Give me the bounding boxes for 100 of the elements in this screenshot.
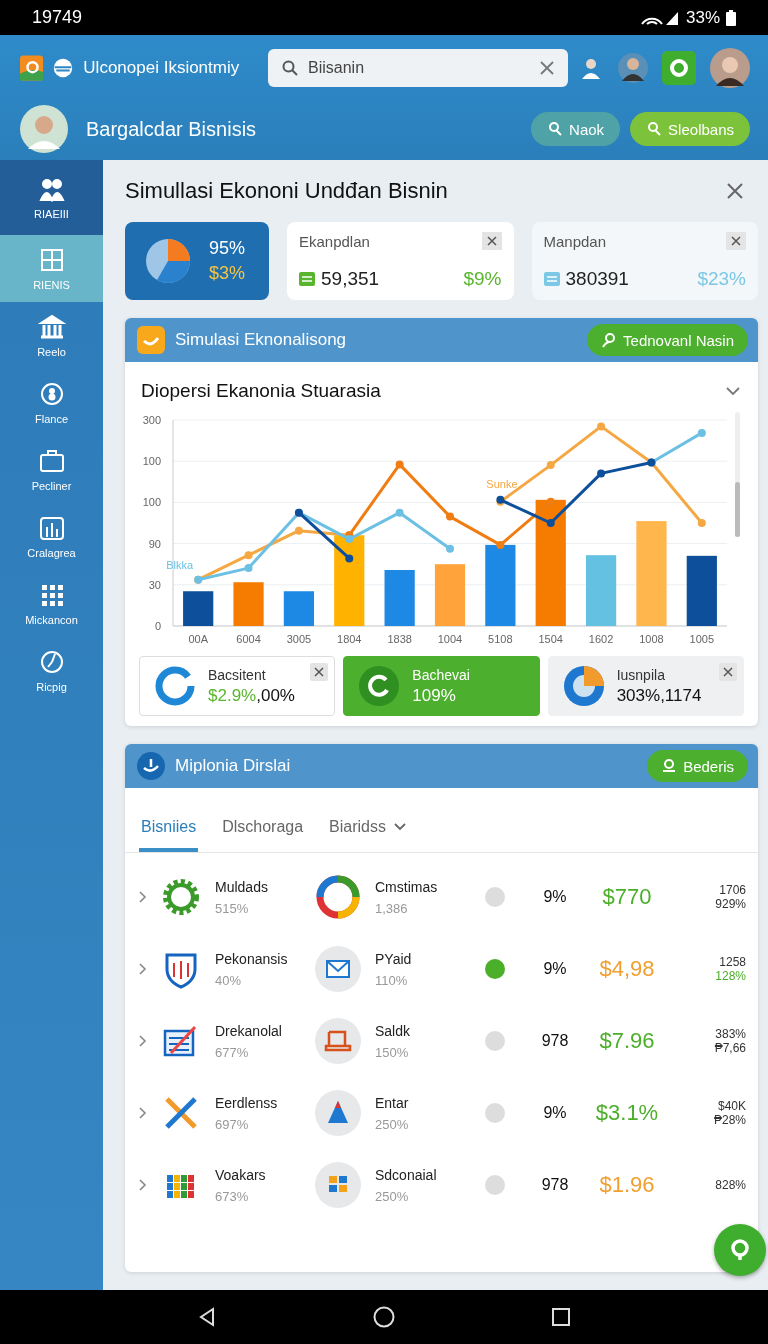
chevron-down-icon[interactable] xyxy=(726,386,740,396)
help-button[interactable] xyxy=(714,1224,766,1276)
back-icon[interactable] xyxy=(198,1307,217,1327)
search-icon xyxy=(282,60,298,76)
chart-bar xyxy=(283,591,314,626)
card-value: 59,351 xyxy=(321,268,381,290)
pie-chart-icon xyxy=(145,238,191,284)
chevron-right-icon[interactable] xyxy=(139,891,147,903)
avatar-icon[interactable] xyxy=(710,48,750,88)
envelope-icon xyxy=(315,946,361,992)
avatar-icon[interactable] xyxy=(618,53,648,83)
close-icon[interactable] xyxy=(310,663,329,681)
row-label: Entar xyxy=(375,1094,409,1111)
globe-icon xyxy=(53,56,74,80)
row-total: 383% xyxy=(715,1027,746,1041)
briefcase-icon xyxy=(37,447,66,474)
ring-icon xyxy=(669,58,689,78)
app-logo-icon xyxy=(20,53,44,83)
x-axis-label: 1504 xyxy=(538,633,563,645)
header-button[interactable]: Naok xyxy=(531,112,621,146)
close-button[interactable] xyxy=(726,232,746,250)
sidebar-item[interactable]: Ricpig xyxy=(0,637,103,704)
row-name: Voakars xyxy=(215,1166,266,1183)
sidebar-item[interactable]: RIAEIII xyxy=(0,160,103,235)
close-button[interactable] xyxy=(481,232,502,250)
card-change: $23% xyxy=(697,268,746,290)
row-total: 1706 xyxy=(719,883,746,897)
row-price: $4,98 xyxy=(598,956,656,982)
row-change: ₱28% xyxy=(713,1113,746,1127)
row-rate: 9% xyxy=(542,1104,568,1122)
tab[interactable]: Biaridss xyxy=(327,810,408,852)
row-price: $3.1% xyxy=(594,1100,660,1126)
home-icon[interactable] xyxy=(373,1306,395,1328)
metric-card[interactable]: Bachevai 109% xyxy=(343,656,540,716)
chevron-right-icon[interactable] xyxy=(139,1179,147,1191)
chart-icon xyxy=(37,514,66,541)
tiles-icon xyxy=(315,1162,361,1208)
clear-icon[interactable] xyxy=(540,61,554,75)
flask-icon xyxy=(315,1090,361,1136)
panel-button[interactable]: Bederis xyxy=(647,750,748,782)
recents-icon[interactable] xyxy=(551,1308,570,1326)
row-name: Drekanolal xyxy=(215,1022,282,1039)
pie-chart-icon xyxy=(562,665,605,707)
x-axis-label: 3005 xyxy=(286,633,312,645)
wallet-icon xyxy=(299,272,315,286)
panel-button[interactable]: Tednovanl Nasin xyxy=(587,324,748,356)
battery-icon xyxy=(726,9,736,26)
search-field[interactable]: Biisanin xyxy=(268,49,568,87)
chevron-right-icon[interactable] xyxy=(139,1035,147,1047)
status-time: 19749 xyxy=(32,7,83,28)
avatar-icon[interactable] xyxy=(20,105,68,153)
row-change: 929% xyxy=(715,897,746,911)
row-name: Eerdlenss xyxy=(215,1094,278,1111)
card-label: Manpdan xyxy=(543,232,608,250)
refresh-icon xyxy=(358,665,401,707)
close-icon[interactable] xyxy=(719,663,737,681)
chevron-right-icon[interactable] xyxy=(139,1107,147,1119)
row-total: 1258 xyxy=(719,955,746,969)
row-price: $1.96 xyxy=(598,1172,656,1198)
close-icon xyxy=(731,236,741,246)
row-name: Muldads xyxy=(215,878,268,895)
sidebar-item[interactable]: RIENIS xyxy=(0,235,103,302)
sidebar-item[interactable]: Flance xyxy=(0,369,103,436)
chevron-right-icon[interactable] xyxy=(139,963,147,975)
gear-icon xyxy=(161,877,201,917)
row-label: Sdconaial xyxy=(375,1166,437,1183)
row-label: PYaid xyxy=(375,950,412,967)
close-icon[interactable] xyxy=(726,182,744,200)
sidebar-item[interactable]: Mickancon xyxy=(0,570,103,637)
x-axis-label: 00A xyxy=(188,633,208,645)
page-title: Simullasi Ekononi Undđan Bisnin xyxy=(125,178,448,204)
row-total: $40K xyxy=(717,1099,746,1113)
metric-card[interactable]: Bacsitent $2.9%,00% xyxy=(139,656,336,716)
row-change: 128% xyxy=(715,969,746,983)
metric-value: 109% xyxy=(412,685,456,706)
sidebar-item[interactable]: Cralagrea xyxy=(0,503,103,570)
row-price: $7.96 xyxy=(598,1028,656,1054)
card-change: $9% xyxy=(463,268,502,290)
tab[interactable]: Bisniies xyxy=(139,810,199,852)
header-button[interactable]: Sleolbans xyxy=(630,112,750,146)
sidebar-item[interactable]: Reelo xyxy=(0,302,103,369)
ring-chart-icon xyxy=(315,874,361,920)
dashboard-icon xyxy=(137,752,165,780)
x-axis-label: 1005 xyxy=(689,633,715,645)
user-name: Bargalcdar Bisnisis xyxy=(86,117,257,141)
row-name: Pekonansis xyxy=(215,950,288,967)
chart-bar xyxy=(434,564,466,626)
y-axis-label: 30 xyxy=(148,578,161,591)
chart-bar xyxy=(586,555,617,626)
x-axis-label: 1004 xyxy=(437,633,463,645)
tab[interactable]: Dlschoraga xyxy=(220,810,306,852)
sidebar-item[interactable]: Pecliner xyxy=(0,436,103,503)
y-axis-label: 100 xyxy=(142,455,161,468)
metric-card[interactable]: Iusnpila 303%,1174 xyxy=(547,656,744,716)
metric-label: Bacsitent xyxy=(208,666,266,683)
x-axis-label: 1008 xyxy=(639,633,664,645)
ring-button[interactable] xyxy=(662,51,696,85)
row-rate: 9% xyxy=(542,888,568,906)
row-percent: 677% xyxy=(215,1044,249,1060)
panel-title: Miplonia Dirslai xyxy=(175,756,292,776)
